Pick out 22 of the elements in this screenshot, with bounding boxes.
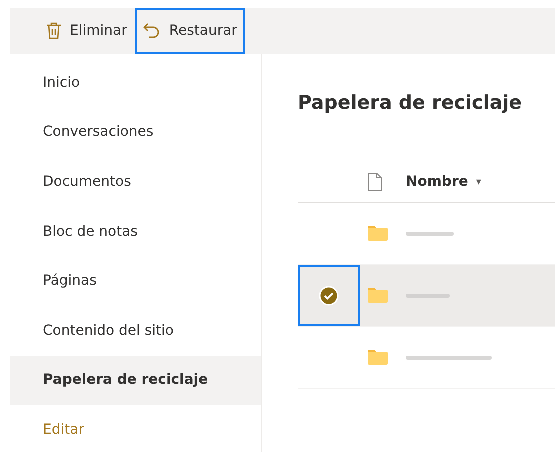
undo-arrow-icon: [143, 23, 162, 39]
nav-link[interactable]: Papelera de reciclaje: [10, 356, 261, 406]
blurred-name: [406, 230, 454, 238]
trash-icon: [46, 22, 62, 40]
column-header[interactable]: Nombre ▾: [406, 174, 482, 190]
file-row[interactable]: [298, 265, 555, 327]
folder-icon: [368, 226, 388, 241]
nav-link[interactable]: Conversaciones: [10, 108, 261, 158]
restore-button[interactable]: Restaurar: [135, 8, 246, 54]
nav-link[interactable]: Documentos: [10, 157, 261, 207]
nav-link[interactable]: Páginas: [10, 256, 261, 306]
page-title: Papelera de reciclaje: [298, 92, 524, 116]
folder-icon: [368, 288, 388, 303]
nav-link[interactable]: Bloc de notas: [10, 206, 261, 256]
check-circle-icon[interactable]: [319, 286, 339, 306]
nav-link[interactable]: Contenido del sitio: [10, 306, 261, 356]
nav-link[interactable]: Inicio: [10, 58, 261, 108]
folder-icon: [368, 350, 388, 365]
file-icon: [368, 173, 382, 191]
edit-link[interactable]: Editar: [10, 405, 261, 452]
delete-button[interactable]: Eliminar: [38, 8, 136, 54]
blurred-name: [406, 292, 450, 300]
